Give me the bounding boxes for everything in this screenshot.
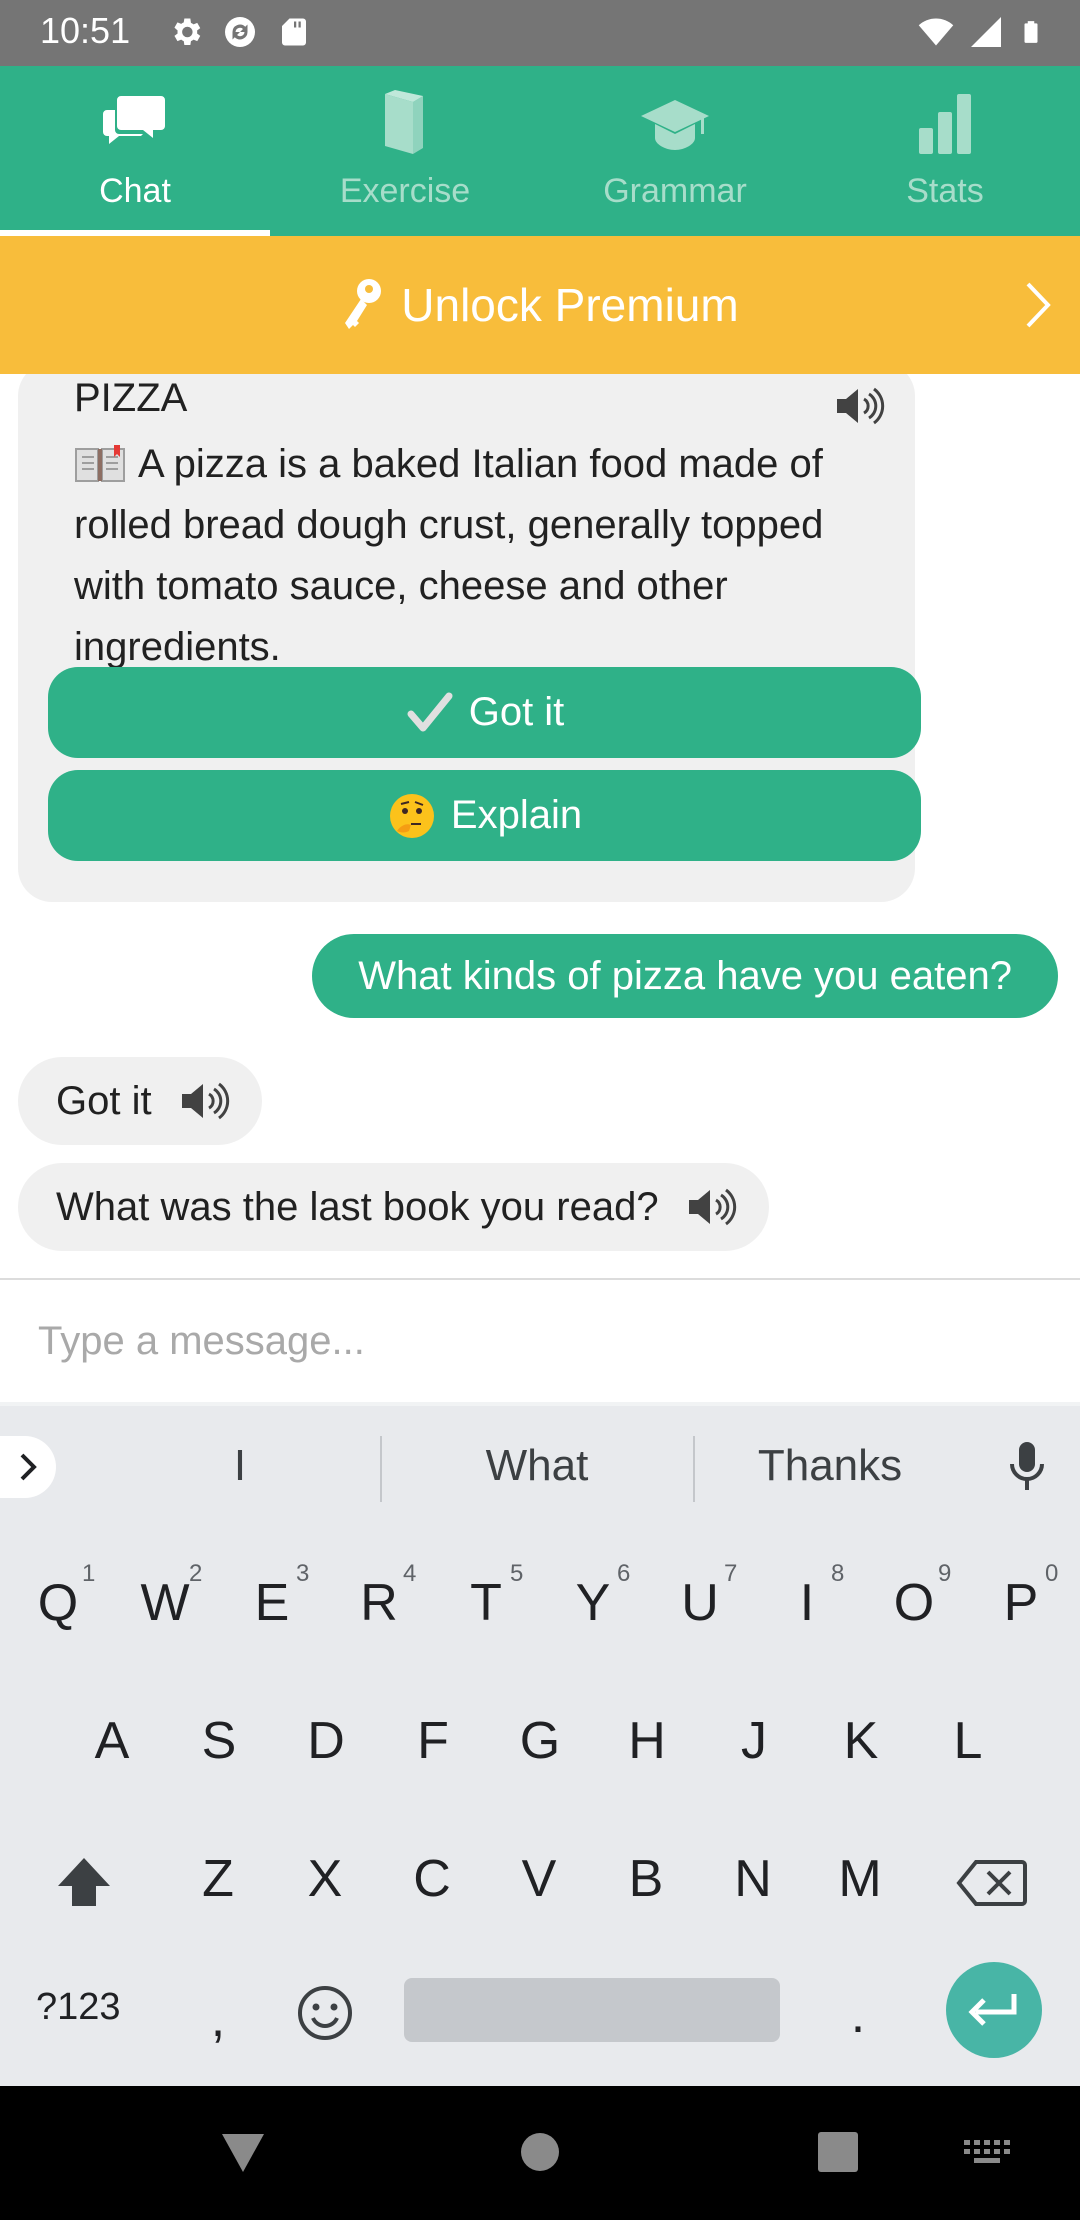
chevron-right-icon xyxy=(1026,282,1051,328)
key-s[interactable]: S xyxy=(179,1706,259,1776)
tab-label: Chat xyxy=(99,172,171,210)
key-c[interactable]: C xyxy=(392,1844,472,1914)
open-book-icon xyxy=(75,445,125,482)
chat-icon xyxy=(103,96,165,144)
explain-label: Explain xyxy=(450,793,583,837)
speaker-icon[interactable] xyxy=(833,384,885,428)
bot-message: Got it xyxy=(18,1057,262,1145)
bot-message: What was the last book you read? xyxy=(18,1163,769,1251)
enter-key[interactable] xyxy=(946,1962,1042,2058)
key-l[interactable]: L xyxy=(928,1706,1008,1776)
spacebar[interactable] xyxy=(404,1978,780,2042)
chevron-right-icon xyxy=(20,1453,37,1481)
status-time: 10:51 xyxy=(40,10,131,51)
shift-icon[interactable] xyxy=(54,1854,114,1910)
thinking-face-icon xyxy=(389,793,434,838)
comma-key[interactable]: , xyxy=(178,1984,258,2054)
premium-label: Unlock Premium xyxy=(401,279,739,331)
key-k[interactable]: K xyxy=(821,1706,901,1776)
battery-icon xyxy=(1024,21,1038,43)
symbols-key[interactable]: ?123 xyxy=(36,1986,121,2029)
key-number-hint: 5 xyxy=(510,1560,524,1587)
settings-icon xyxy=(174,18,201,46)
key-number-hint: 7 xyxy=(724,1560,738,1587)
key-b[interactable]: B xyxy=(606,1844,686,1914)
key-number-hint: 4 xyxy=(403,1560,417,1587)
enter-icon xyxy=(968,1994,1017,2026)
chat-area[interactable]: PIZZA A pizza is a baked Italian food ma… xyxy=(0,374,1080,1278)
tab-label: Grammar xyxy=(603,172,747,210)
tab-stats[interactable]: Stats xyxy=(810,66,1080,236)
key-g[interactable]: G xyxy=(500,1706,580,1776)
key-x[interactable]: X xyxy=(285,1844,365,1914)
word-title: PIZZA xyxy=(74,376,188,420)
key-n[interactable]: N xyxy=(713,1844,793,1914)
explain-button[interactable]: Explain xyxy=(48,770,921,861)
key-number-hint: 6 xyxy=(617,1560,631,1587)
tab-bar: Chat Exercise Grammar Stats xyxy=(0,66,1080,236)
sync-icon xyxy=(225,17,255,47)
key-f[interactable]: F xyxy=(393,1706,473,1776)
back-icon[interactable] xyxy=(220,2132,266,2174)
got-it-label: Got it xyxy=(468,690,565,734)
key-number-hint: 2 xyxy=(189,1560,203,1587)
suggestion-expand-button[interactable] xyxy=(0,1436,56,1498)
tab-grammar[interactable]: Grammar xyxy=(540,66,810,236)
status-bar: 10:51 xyxy=(0,0,1080,66)
key-d[interactable]: D xyxy=(286,1706,366,1776)
key-number-hint: 1 xyxy=(82,1560,96,1587)
key-j[interactable]: J xyxy=(714,1706,794,1776)
home-icon[interactable] xyxy=(520,2132,560,2172)
suggestion-bar: I What Thanks xyxy=(0,1406,1080,1526)
navigation-bar xyxy=(0,2086,1080,2220)
key-m[interactable]: M xyxy=(820,1844,900,1914)
screen: { "status_bar": { "time": "10:51", "left… xyxy=(0,0,1080,2220)
key-number-hint: 8 xyxy=(831,1560,845,1587)
period-key[interactable]: . xyxy=(818,1980,898,2050)
key-a[interactable]: A xyxy=(72,1706,152,1776)
backspace-icon[interactable] xyxy=(956,1858,1028,1908)
emoji-icon[interactable] xyxy=(296,1984,354,2042)
message-composer xyxy=(0,1278,1080,1402)
book-icon xyxy=(385,90,423,154)
key-h[interactable]: H xyxy=(607,1706,687,1776)
speaker-icon[interactable] xyxy=(685,1185,737,1229)
wifi-icon xyxy=(918,18,954,46)
suggestion[interactable]: Thanks xyxy=(695,1434,965,1498)
word-definition: A pizza is a baked Italian food made of … xyxy=(74,434,874,678)
bar-chart-icon xyxy=(919,94,971,154)
key-v[interactable]: V xyxy=(499,1844,579,1914)
keyboard-switch-icon[interactable] xyxy=(964,2140,1010,2168)
keyboard: I What Thanks Q1W2E3R4T5Y6U7I8O9P0ASDFGH… xyxy=(0,1402,1080,2086)
speaker-icon[interactable] xyxy=(178,1079,230,1123)
definition-text: A pizza is a baked Italian food made of … xyxy=(74,442,824,669)
key-number-hint: 9 xyxy=(938,1560,952,1587)
got-it-button[interactable]: Got it xyxy=(48,667,921,758)
message-input[interactable] xyxy=(38,1306,1038,1376)
key-z[interactable]: Z xyxy=(178,1844,258,1914)
key-number-hint: 0 xyxy=(1045,1560,1059,1587)
suggestion[interactable]: What xyxy=(382,1434,692,1498)
tab-label: Stats xyxy=(906,172,984,210)
recents-icon[interactable] xyxy=(818,2132,858,2172)
check-mark-icon xyxy=(407,692,453,731)
graduation-cap-icon xyxy=(641,100,709,150)
suggestion[interactable]: I xyxy=(90,1434,390,1498)
bot-message-text: Got it xyxy=(56,1078,152,1123)
tab-label: Exercise xyxy=(339,172,471,210)
tab-exercise[interactable]: Exercise xyxy=(270,66,540,236)
user-message: What kinds of pizza have you eaten? xyxy=(312,934,1058,1018)
key-icon xyxy=(345,279,382,329)
sd-card-icon xyxy=(282,18,306,46)
tab-chat[interactable]: Chat xyxy=(0,66,270,236)
key-number-hint: 3 xyxy=(296,1560,310,1587)
unlock-premium-banner[interactable]: Unlock Premium xyxy=(0,236,1080,374)
signal-icon xyxy=(971,17,1001,47)
bot-message-text: What was the last book you read? xyxy=(56,1184,659,1229)
word-card: PIZZA A pizza is a baked Italian food ma… xyxy=(18,374,921,902)
mic-icon[interactable] xyxy=(1004,1438,1050,1494)
